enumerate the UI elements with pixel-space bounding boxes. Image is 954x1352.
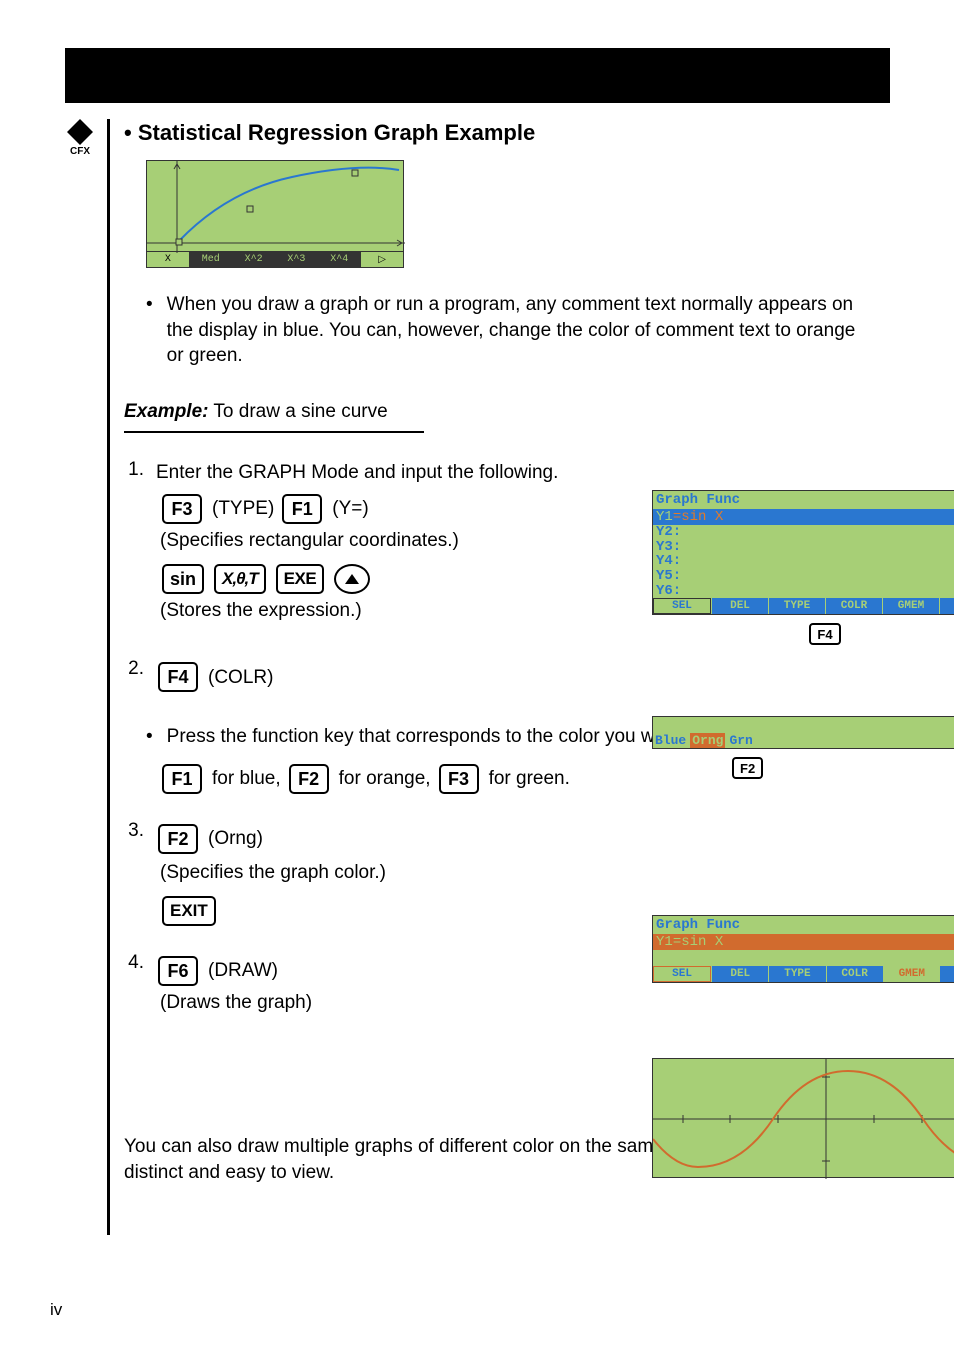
comment-color-explanation: • When you draw a graph or run a program… — [124, 292, 884, 369]
soft-del[interactable]: DEL — [712, 598, 768, 614]
soft-colr[interactable]: COLR — [826, 598, 882, 614]
section-title: • Statistical Regression Graph Example — [124, 120, 884, 146]
vertical-rule — [107, 119, 110, 1235]
softkey-x3[interactable]: X^3 — [275, 252, 318, 267]
fkey-f2-indicator: F2 — [732, 757, 763, 779]
softkey-x[interactable]: X — [147, 252, 190, 267]
label-green: for green. — [489, 768, 570, 790]
step1-sub1: (Specifies rectangular coordinates.) — [160, 530, 558, 552]
soft-draw-2[interactable]: DRAW — [940, 966, 954, 982]
key-f3-green[interactable]: F3 — [439, 764, 479, 794]
key-x-theta-t[interactable]: X,θ,T — [214, 564, 266, 594]
softkey-next[interactable]: ▷ — [361, 252, 403, 267]
step1-sub2: (Stores the expression.) — [160, 600, 558, 622]
example-underline — [124, 431, 424, 433]
step1-number: 1. — [124, 459, 144, 481]
key-f1[interactable]: F1 — [282, 494, 322, 524]
step3-sub: (Specifies the graph color.) — [160, 862, 884, 884]
key-f2-orng[interactable]: F2 — [158, 824, 198, 854]
label-blue: for blue, — [212, 768, 281, 790]
soft-gmem[interactable]: GMEM — [883, 598, 939, 614]
soft-sel-2[interactable]: SEL — [653, 966, 711, 982]
key-f2-orange[interactable]: F2 — [289, 764, 329, 794]
soft-draw[interactable]: DRAW — [940, 598, 954, 614]
softkey-x2[interactable]: X^2 — [233, 252, 276, 267]
tab-grn[interactable]: Grn — [729, 733, 752, 748]
ye-label: (Y=) — [332, 498, 368, 520]
soft-del-2[interactable]: DEL — [712, 966, 768, 982]
soft-type[interactable]: TYPE — [769, 598, 825, 614]
tab-orng[interactable]: Orng — [690, 733, 725, 748]
colr-label: (COLR) — [208, 664, 273, 692]
key-f1-blue[interactable]: F1 — [162, 764, 202, 794]
sine-graph-screenshot — [652, 1058, 954, 1178]
label-orange: for orange, — [339, 768, 431, 790]
soft-type-2[interactable]: TYPE — [769, 966, 825, 982]
step2-number: 2. — [124, 658, 144, 680]
graph-func-screenshot-2: Graph Func:Y= Y1=sin X SEL DEL TYPE COLR… — [652, 915, 954, 983]
key-exit[interactable]: EXIT — [162, 896, 216, 926]
regression-softkeys: X Med X^2 X^3 X^4 ▷ — [147, 251, 403, 267]
tab-blue[interactable]: Blue — [655, 733, 686, 748]
step4-number: 4. — [124, 952, 144, 974]
key-f6-draw[interactable]: F6 — [158, 956, 198, 986]
softkey-x4[interactable]: X^4 — [318, 252, 361, 267]
step3-number: 3. — [124, 820, 144, 842]
soft-colr-2[interactable]: COLR — [827, 966, 883, 982]
page-number: iv — [50, 1300, 62, 1320]
step1-text: Enter the GRAPH Mode and input the follo… — [156, 459, 558, 487]
orng-label: (Orng) — [208, 825, 263, 853]
graph-func-screenshot-1: Graph Func:Y= Y1=sin X Y2: Y3: Y4: Y5: Y… — [652, 490, 954, 615]
type-label: (TYPE) — [212, 498, 274, 520]
example-line: Example: To draw a sine curve — [124, 401, 884, 423]
margin-cfx-icon: CFX — [66, 118, 94, 157]
key-f3[interactable]: F3 — [162, 494, 202, 524]
soft-sel[interactable]: SEL — [653, 598, 711, 614]
key-exe[interactable]: EXE — [276, 564, 325, 594]
soft-gmem-2[interactable]: GMEM — [884, 966, 940, 982]
key-f4[interactable]: F4 — [158, 662, 198, 692]
softkey-med[interactable]: Med — [190, 252, 233, 267]
header-blackbar — [65, 48, 890, 103]
fkey-f4-indicator: F4 — [809, 623, 840, 645]
draw-label: (DRAW) — [208, 957, 278, 985]
cfx-label: CFX — [66, 146, 94, 157]
key-up[interactable] — [334, 564, 370, 594]
regression-graph-screenshot: X Med X^2 X^3 X^4 ▷ — [146, 160, 404, 268]
color-menu-screenshot: Blue Orng Grn — [652, 716, 954, 749]
key-sin[interactable]: sin — [162, 564, 204, 594]
